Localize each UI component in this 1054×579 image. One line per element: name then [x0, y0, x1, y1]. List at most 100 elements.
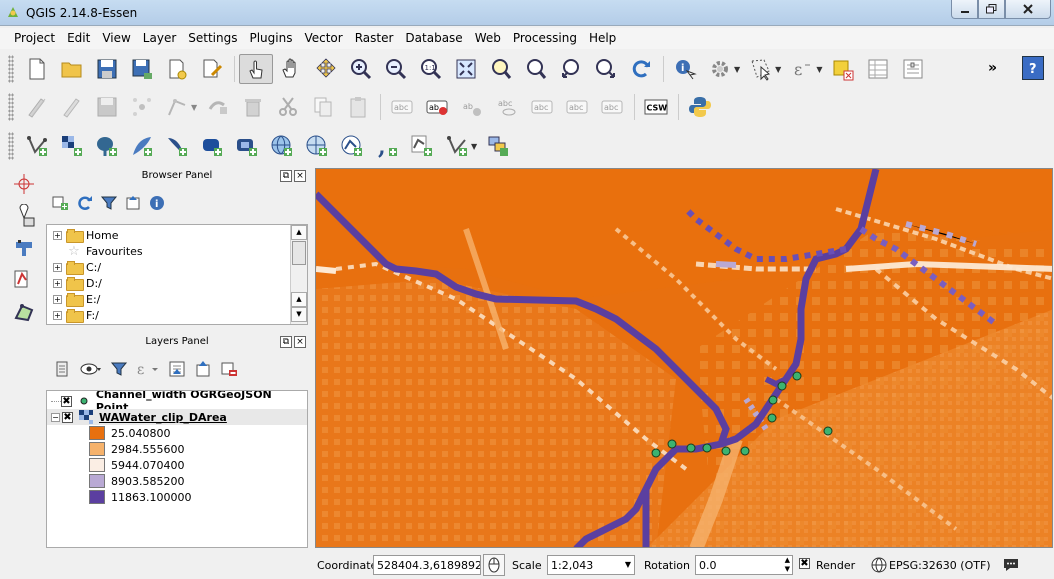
- add-wcs-layer-button[interactable]: [300, 131, 334, 161]
- add-db2-layer-button[interactable]: [195, 131, 229, 161]
- maximize-button[interactable]: [978, 0, 1005, 19]
- new-spatialite-button[interactable]: [440, 131, 474, 161]
- plugin-tool-button[interactable]: [4, 232, 44, 264]
- close-panel-button[interactable]: ×: [294, 170, 306, 182]
- open-project-button[interactable]: [55, 54, 89, 84]
- expand-icon[interactable]: +: [53, 230, 62, 240]
- toggle-editing-button[interactable]: [55, 92, 89, 122]
- zoom-out-button[interactable]: [379, 54, 413, 84]
- new-project-button[interactable]: [20, 54, 54, 84]
- layer-item-wawater[interactable]: − ✖ WAWater_clip_DArea: [47, 409, 307, 425]
- run-feature-action-button[interactable]: [703, 54, 737, 84]
- styling-icon[interactable]: [54, 360, 72, 378]
- close-button[interactable]: [1005, 0, 1051, 19]
- topology-checker-button[interactable]: [4, 296, 44, 328]
- browser-item-f-drive[interactable]: + F:/: [47, 307, 307, 323]
- delete-selected-button[interactable]: [236, 92, 270, 122]
- rotate-label-button[interactable]: abc: [560, 92, 594, 122]
- scroll-up-icon[interactable]: ▲: [291, 225, 307, 240]
- menu-edit[interactable]: Edit: [61, 28, 96, 49]
- browser-item-favourites[interactable]: ☆ Favourites: [47, 243, 307, 259]
- remove-layer-icon[interactable]: [220, 360, 238, 378]
- pan-map-button[interactable]: [274, 54, 308, 84]
- eye-icon[interactable]: [80, 360, 102, 378]
- identify-features-button[interactable]: i: [668, 54, 702, 84]
- add-wms-layer-button[interactable]: [265, 131, 299, 161]
- add-delimited-text-button[interactable]: ,: [370, 131, 404, 161]
- add-raster-layer-button[interactable]: [55, 131, 89, 161]
- collapse-icon[interactable]: −: [51, 412, 60, 422]
- float-panel-button[interactable]: ⧉: [280, 170, 292, 182]
- expand-all-icon[interactable]: [168, 360, 186, 378]
- menu-view[interactable]: View: [96, 28, 136, 49]
- new-print-composer-button[interactable]: [160, 54, 194, 84]
- browser-item-e-drive[interactable]: + E:/: [47, 291, 307, 307]
- menu-settings[interactable]: Settings: [182, 28, 243, 49]
- help-button[interactable]: ?: [1022, 56, 1044, 80]
- menu-database[interactable]: Database: [399, 28, 468, 49]
- refresh-button[interactable]: [624, 54, 658, 84]
- spinner-arrows-icon[interactable]: ▲ ▼: [785, 556, 790, 574]
- statistical-summary-button[interactable]: [896, 54, 930, 84]
- browser-item-home[interactable]: + Home: [47, 227, 307, 243]
- toolbar-overflow-button[interactable]: »: [988, 60, 997, 76]
- open-attribute-table-button[interactable]: [861, 54, 895, 84]
- add-virtual-layer-button[interactable]: [481, 131, 515, 161]
- change-label-button[interactable]: abc: [595, 92, 629, 122]
- refresh-icon[interactable]: [76, 194, 94, 212]
- deselect-features-button[interactable]: [826, 54, 860, 84]
- select-features-button[interactable]: [744, 54, 778, 84]
- filter-icon[interactable]: [110, 360, 128, 378]
- pin-labels-button[interactable]: ab: [420, 92, 454, 122]
- current-edits-button[interactable]: [20, 92, 54, 122]
- zoom-next-button[interactable]: [589, 54, 623, 84]
- add-wfs-layer-button[interactable]: [335, 131, 369, 161]
- copy-features-button[interactable]: [306, 92, 340, 122]
- zoom-in-button[interactable]: [344, 54, 378, 84]
- label-eye-button[interactable]: abc: [490, 92, 524, 122]
- add-postgis-layer-button[interactable]: [90, 131, 124, 161]
- browser-item-d-drive[interactable]: + D:/: [47, 275, 307, 291]
- paste-features-button[interactable]: [341, 92, 375, 122]
- crs-globe-icon[interactable]: [871, 557, 887, 573]
- move-label-button[interactable]: abc: [525, 92, 559, 122]
- collapse-all-icon[interactable]: [194, 360, 212, 378]
- zoom-to-selection-button[interactable]: [484, 54, 518, 84]
- expand-icon[interactable]: +: [53, 294, 62, 304]
- scroll-down-icon[interactable]: ▼: [291, 307, 307, 322]
- expand-icon[interactable]: +: [53, 310, 62, 320]
- layer-visibility-checkbox[interactable]: ✖: [62, 411, 73, 423]
- toggle-extents-button[interactable]: [483, 554, 505, 576]
- close-panel-button[interactable]: ×: [294, 336, 306, 348]
- render-checkbox[interactable]: ✖: [799, 558, 810, 569]
- float-panel-button[interactable]: ⧉: [280, 336, 292, 348]
- minimize-button[interactable]: [951, 0, 978, 19]
- show-hide-labels-button[interactable]: ab: [455, 92, 489, 122]
- measure-button[interactable]: ε: [785, 54, 819, 84]
- browser-scrollbar[interactable]: ▲ ▲ ▼: [290, 225, 307, 324]
- georeferencer-button[interactable]: [4, 264, 44, 296]
- rotation-spinbox[interactable]: 0.0 ▲ ▼: [695, 555, 793, 575]
- layer-labeling-button[interactable]: abc: [385, 92, 419, 122]
- collapse-all-icon[interactable]: [124, 194, 142, 212]
- touch-zoom-pan-button[interactable]: [239, 54, 273, 84]
- layer-visibility-checkbox[interactable]: ✖: [60, 395, 72, 407]
- node-tool-button[interactable]: [201, 92, 235, 122]
- expand-icon[interactable]: +: [53, 262, 62, 272]
- zoom-full-button[interactable]: [449, 54, 483, 84]
- menu-help[interactable]: Help: [583, 28, 622, 49]
- toolbar-grip[interactable]: [8, 132, 14, 160]
- map-canvas[interactable]: [315, 168, 1053, 548]
- pan-to-selection-button[interactable]: [309, 54, 343, 84]
- filter-expression-icon[interactable]: ε: [136, 360, 160, 378]
- scroll-thumb[interactable]: [292, 241, 306, 265]
- chevron-down-icon[interactable]: ▼: [191, 103, 197, 112]
- add-selected-layers-icon[interactable]: [52, 194, 70, 212]
- zoom-native-button[interactable]: 1:1: [414, 54, 448, 84]
- add-oracle-layer-button[interactable]: [230, 131, 264, 161]
- browser-item-c-drive[interactable]: + C:/: [47, 259, 307, 275]
- menu-web[interactable]: Web: [469, 28, 507, 49]
- crs-label[interactable]: EPSG:32630 (OTF): [889, 559, 991, 572]
- expand-icon[interactable]: +: [53, 278, 62, 288]
- chevron-down-icon[interactable]: ▼: [625, 560, 631, 569]
